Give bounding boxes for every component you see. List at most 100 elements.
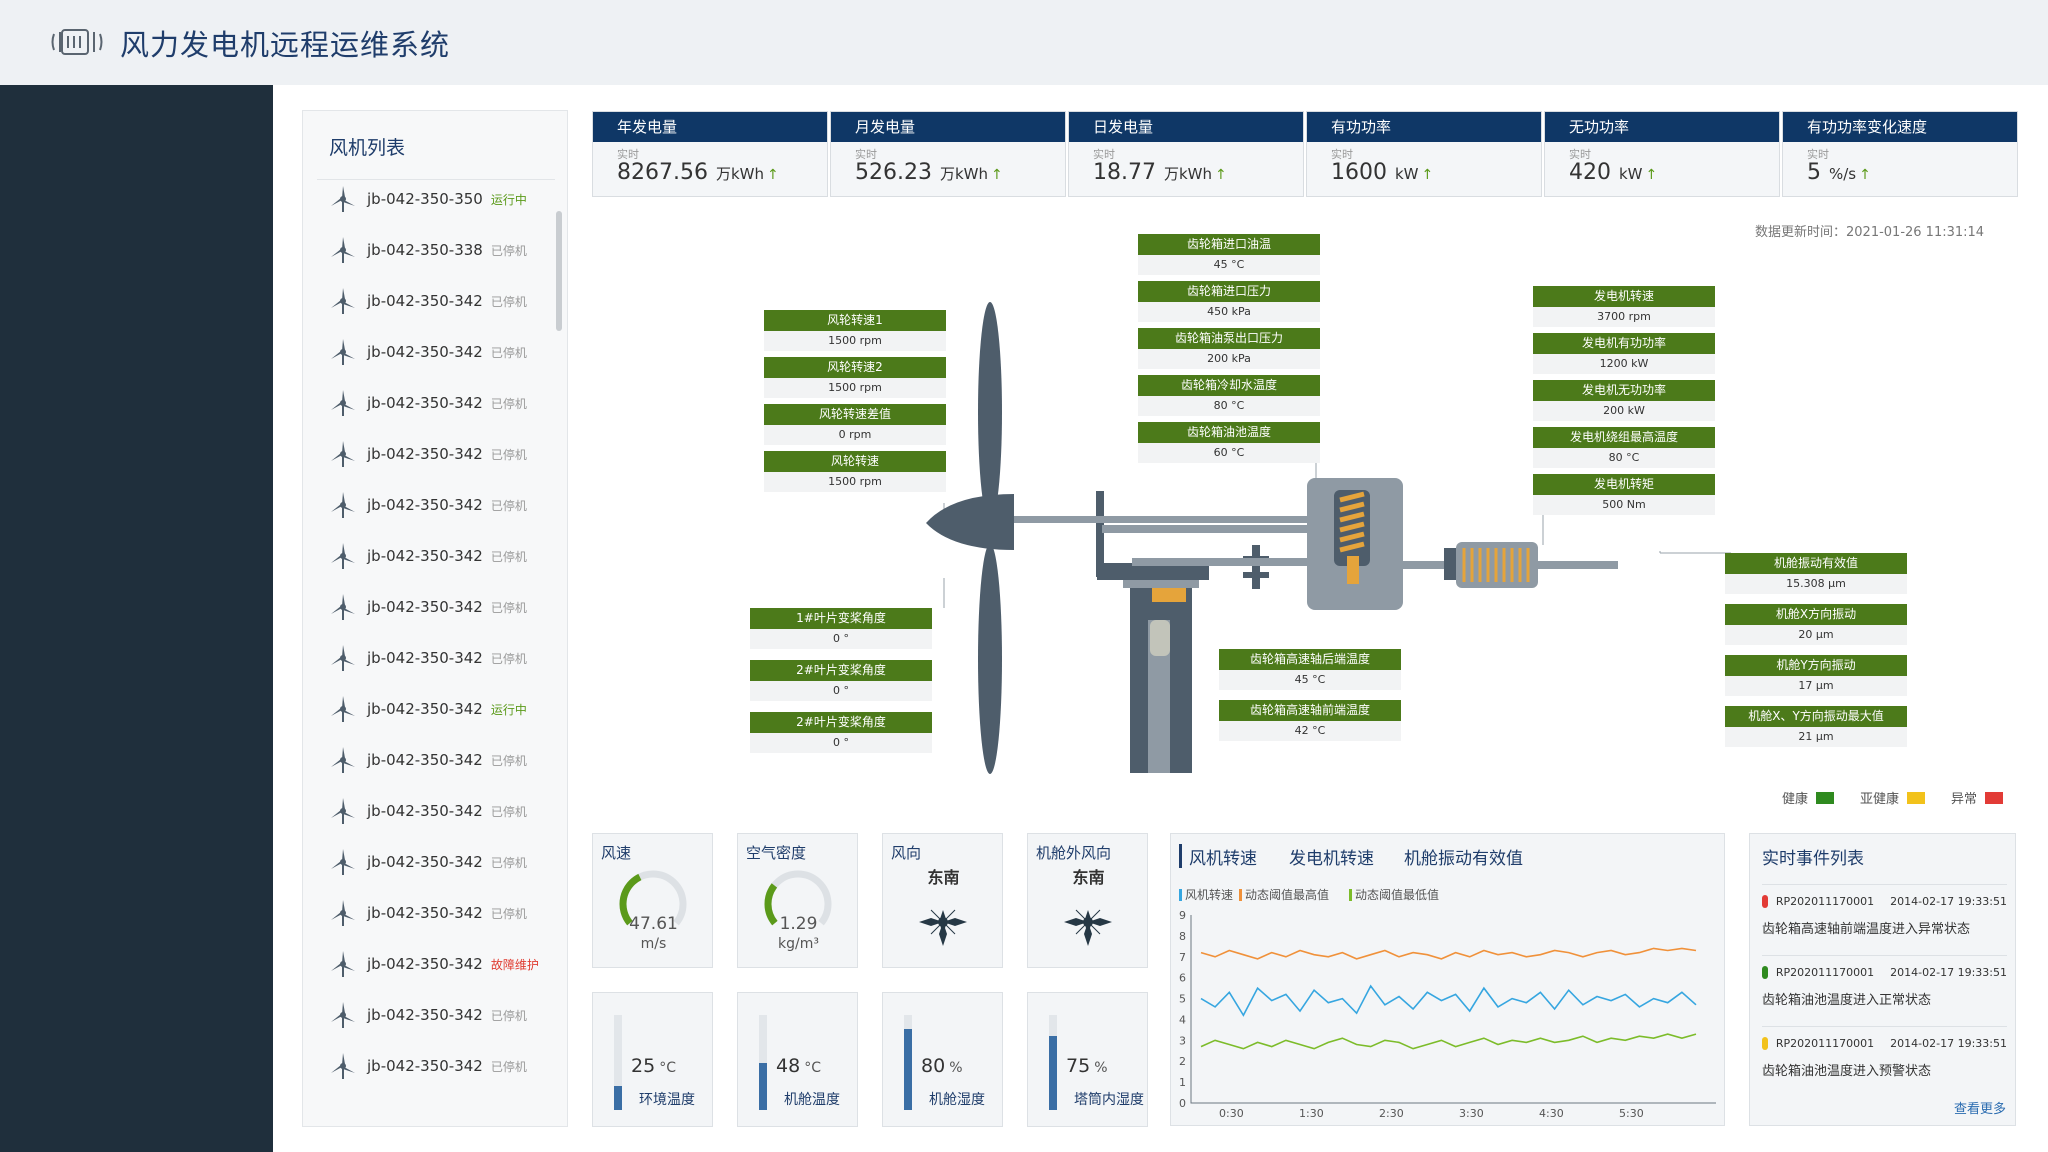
- event-text: 齿轮箱油池温度进入预警状态: [1762, 1064, 1932, 1079]
- level-card: 80% 机舱湿度: [882, 992, 1003, 1127]
- sensor-gearbox[interactable]: 齿轮箱进口压力 450 kPa: [1138, 281, 1320, 322]
- level-label: 机舱湿度: [929, 1092, 985, 1108]
- sensor-label: 机舱X方向振动: [1725, 604, 1907, 625]
- turbine-list-item[interactable]: jb-042-350-342 已停机: [329, 1051, 549, 1081]
- sensor-label: 齿轮箱进口油温: [1138, 234, 1320, 255]
- level-unit: %: [949, 1060, 963, 1076]
- turbine-list-item[interactable]: jb-042-350-342 已停机: [329, 490, 549, 520]
- trend-up-icon: ↑: [767, 167, 779, 183]
- sensor-value: 60 °C: [1138, 443, 1320, 463]
- sensor-gearbox[interactable]: 齿轮箱冷却水温度 80 °C: [1138, 375, 1320, 416]
- sensor-gearbox[interactable]: 齿轮箱油泵出口压力 200 kPa: [1138, 328, 1320, 369]
- sensor-gearbox[interactable]: 齿轮箱进口油温 45 °C: [1138, 234, 1320, 275]
- level-card: 48 °C 机舱温度: [737, 992, 858, 1127]
- sensor-pitch[interactable]: 1#叶片变桨角度 0 °: [750, 608, 932, 649]
- turbine-list-item[interactable]: jb-042-350-342 已停机: [329, 796, 549, 826]
- sensor-label: 风轮转速2: [764, 357, 946, 378]
- y-tick-label: 5: [1179, 993, 1186, 1006]
- sensor-rotor[interactable]: 风轮转速2 1500 rpm: [764, 357, 946, 398]
- trend-up-icon: ↑: [991, 167, 1003, 183]
- level-fill: [759, 1062, 767, 1110]
- sensor-generator[interactable]: 发电机无功功率 200 kW: [1533, 380, 1715, 421]
- sensor-rotor[interactable]: 风轮转速 1500 rpm: [764, 451, 946, 492]
- turbine-list-item[interactable]: jb-042-350-338 已停机: [329, 235, 549, 265]
- sensor-rotor[interactable]: 风轮转速1 1500 rpm: [764, 310, 946, 351]
- metric-sub: 实时: [1093, 148, 1115, 161]
- metric-card: 年发电量 实时 8267.56 万kWh ↑: [592, 111, 828, 197]
- sensor-value: 17 μm: [1725, 676, 1907, 696]
- turbine-logo-icon: [51, 29, 103, 55]
- turbine-icon: [331, 492, 355, 518]
- legend-item: 健康: [1782, 788, 1835, 807]
- turbine-list-item[interactable]: jb-042-350-342 已停机: [329, 643, 549, 673]
- sensor-bearing[interactable]: 齿轮箱高速轴后端温度 45 °C: [1219, 649, 1401, 690]
- turbine-icon: [331, 951, 355, 977]
- sensor-bearing[interactable]: 齿轮箱高速轴前端温度 42 °C: [1219, 700, 1401, 741]
- sensor-vibration[interactable]: 机舱振动有效值 15.308 μm: [1725, 553, 1907, 594]
- turbine-list-item[interactable]: jb-042-350-342 已停机: [329, 1000, 549, 1030]
- turbine-icon: [331, 339, 355, 365]
- turbine-list-item[interactable]: jb-042-350-350 运行中: [329, 184, 549, 214]
- sensor-label: 1#叶片变桨角度: [750, 608, 932, 629]
- turbine-list-item[interactable]: jb-042-350-342 已停机: [329, 388, 549, 418]
- view-more-link[interactable]: 查看更多: [1954, 1098, 2006, 1117]
- scrollbar[interactable]: [556, 211, 562, 331]
- turbine-status: 已停机: [490, 294, 527, 309]
- sensor-rotor[interactable]: 风轮转速差值 0 rpm: [764, 404, 946, 445]
- sensor-label: 齿轮箱冷却水温度: [1138, 375, 1320, 396]
- y-tick-label: 4: [1179, 1013, 1186, 1026]
- series-line: [1200, 984, 1697, 1017]
- turbine-list-item[interactable]: jb-042-350-342 已停机: [329, 439, 549, 469]
- sensor-vibration[interactable]: 机舱X、Y方向振动最大值 21 μm: [1725, 706, 1907, 747]
- turbine-name: jb-042-350-342: [367, 853, 483, 871]
- turbine-name: jb-042-350-342: [367, 751, 483, 769]
- level-track: [614, 1015, 622, 1110]
- event-item[interactable]: RP202011170001 2014-02-17 19:33:51 齿轮箱油池温度…: [1762, 955, 2007, 1008]
- event-text: 齿轮箱油池温度进入正常状态: [1762, 993, 1932, 1008]
- event-status-icon: [1762, 966, 1768, 979]
- level-label: 机舱温度: [784, 1092, 840, 1108]
- level-fill: [614, 1086, 622, 1110]
- turbine-icon: [331, 237, 355, 263]
- health-legend: 健康 亚健康 异常: [1782, 788, 2004, 807]
- sensor-pitch[interactable]: 2#叶片变桨角度 0 °: [750, 712, 932, 753]
- sensor-vibration[interactable]: 机舱X方向振动 20 μm: [1725, 604, 1907, 645]
- level-value: 80: [921, 1055, 946, 1077]
- sensor-generator[interactable]: 发电机转速 3700 rpm: [1533, 286, 1715, 327]
- turbine-list-item[interactable]: jb-042-350-342 已停机: [329, 337, 549, 367]
- level-card: 25 °C 环境温度: [592, 992, 713, 1127]
- turbine-list-item[interactable]: jb-042-350-342 已停机: [329, 592, 549, 622]
- sensor-generator[interactable]: 发电机转矩 500 Nm: [1533, 474, 1715, 515]
- sensor-generator[interactable]: 发电机有功功率 1200 kW: [1533, 333, 1715, 374]
- turbine-list-item[interactable]: jb-042-350-342 已停机: [329, 541, 549, 571]
- turbine-list-item[interactable]: jb-042-350-342 已停机: [329, 898, 549, 928]
- sensor-gearbox[interactable]: 齿轮箱油池温度 60 °C: [1138, 422, 1320, 463]
- turbine-status: 已停机: [490, 396, 527, 411]
- metric-unit: 万kWh: [939, 165, 989, 183]
- event-item[interactable]: RP202011170001 2014-02-17 19:33:51 齿轮箱高速轴前…: [1762, 884, 2007, 937]
- metric-sub: 实时: [855, 148, 877, 161]
- sensor-label: 机舱X、Y方向振动最大值: [1725, 706, 1907, 727]
- gauge-value: 1.29: [779, 914, 818, 934]
- sensor-value: 1500 rpm: [764, 331, 946, 351]
- turbine-list-item[interactable]: jb-042-350-342 已停机: [329, 847, 549, 877]
- sensor-vibration[interactable]: 机舱Y方向振动 17 μm: [1725, 655, 1907, 696]
- turbine-icon: [331, 186, 355, 212]
- level-value: 75: [1066, 1055, 1091, 1077]
- sensor-value: 0 rpm: [764, 425, 946, 445]
- event-item[interactable]: RP202011170001 2014-02-17 19:33:51 齿轮箱油池温度…: [1762, 1026, 2007, 1079]
- turbine-list-item[interactable]: jb-042-350-342 故障维护: [329, 949, 549, 979]
- sensor-label: 发电机转矩: [1533, 474, 1715, 495]
- trend-up-icon: ↑: [1421, 167, 1434, 183]
- turbine-status: 运行中: [490, 192, 527, 207]
- level-unit: %: [1094, 1060, 1108, 1076]
- sensor-value: 45 °C: [1219, 670, 1401, 690]
- sensor-value: 1200 kW: [1533, 354, 1715, 374]
- turbine-list-item[interactable]: jb-042-350-342 运行中: [329, 694, 549, 724]
- turbine-icon: [331, 1002, 355, 1028]
- legend-swatch: [1816, 791, 1835, 804]
- turbine-list-item[interactable]: jb-042-350-342 已停机: [329, 286, 549, 316]
- sensor-generator[interactable]: 发电机绕组最高温度 80 °C: [1533, 427, 1715, 468]
- turbine-list-item[interactable]: jb-042-350-342 已停机: [329, 745, 549, 775]
- sensor-pitch[interactable]: 2#叶片变桨角度 0 °: [750, 660, 932, 701]
